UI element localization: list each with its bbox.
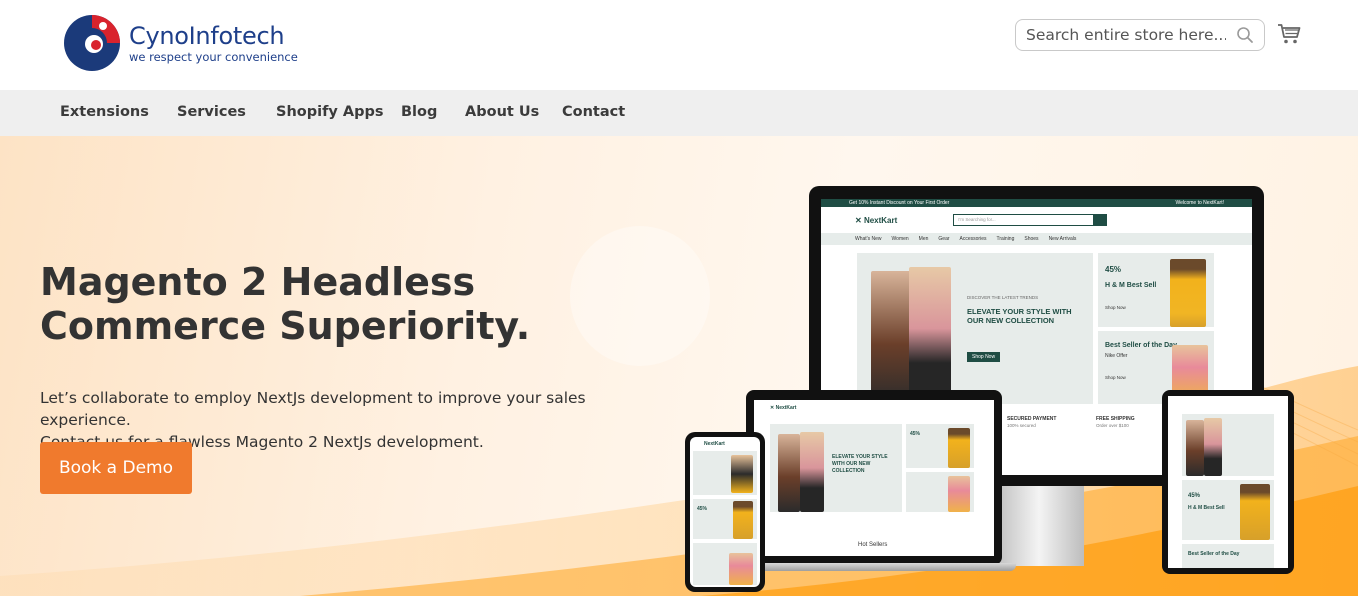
phone-promo1-pct: 45% [697, 506, 708, 512]
mockup-menu-item: Women [891, 236, 909, 242]
tablet-promo1-title: H & M Best Sell [1188, 505, 1225, 511]
model-image [733, 501, 753, 539]
nav-item-blog[interactable]: Blog [401, 104, 437, 120]
nav-item-about-us[interactable]: About Us [465, 104, 539, 120]
main-navigation: Extensions Services Shopify Apps Blog Ab… [0, 90, 1358, 136]
banner-title: ELEVATE YOUR STYLE WITH OUR NEW COLLECTI… [967, 307, 1072, 325]
model-image [871, 271, 911, 404]
nav-item-extensions[interactable]: Extensions [60, 104, 149, 120]
feature-secured-payment-sub: 100% secured [1007, 423, 1036, 428]
tablet-banner [1182, 414, 1274, 476]
banner-shop-button: Shop Now [967, 352, 1001, 362]
mockup-main-banner: DISCOVER THE LATEST TRENDS ELEVATE YOUR … [857, 253, 1093, 404]
model-image [1240, 484, 1270, 540]
search-icon[interactable] [1236, 26, 1254, 44]
mockup-brand-name: NextKart [863, 215, 898, 225]
model-image [778, 434, 800, 512]
hero-banner: Magento 2 Headless Commerce Superiority.… [0, 136, 1358, 596]
mockup-menu-item: What's New [855, 236, 882, 242]
laptop-mockup: ✕ NextKart ELEVATE YOUR STYLE WITH OUR N… [732, 390, 1016, 571]
laptop-banner-title: ELEVATE YOUR STYLE WITH OUR NEW COLLECTI… [832, 454, 888, 474]
site-logo[interactable]: CynoInfotech we respect your convenience [63, 14, 298, 72]
nav-item-contact[interactable]: Contact [562, 104, 625, 120]
laptop-promo-1: 45% [906, 424, 974, 468]
model-image [948, 428, 970, 468]
mockup-topbar-right: Welcome to NextKart! [1175, 200, 1224, 206]
promo2-link: Shop Now [1105, 375, 1126, 380]
hero-title: Magento 2 Headless Commerce Superiority. [40, 260, 600, 348]
monitor-stand [994, 486, 1084, 566]
mockup-search: I'm Searching for... [953, 214, 1108, 226]
model-image [800, 432, 824, 512]
model-image [731, 455, 753, 493]
search-box [1015, 19, 1265, 51]
search-input[interactable] [1016, 20, 1226, 50]
mockup-promo-1: 45% H & M Best Sell Shop Now [1098, 253, 1214, 327]
cart-icon[interactable] [1277, 22, 1301, 46]
feature-free-shipping: FREE SHIPPING [1096, 416, 1135, 422]
laptop-banner: ELEVATE YOUR STYLE WITH OUR NEW COLLECTI… [770, 424, 902, 512]
laptop-brand-name: NextKart [775, 405, 797, 411]
mockup-menu-item: Training [996, 236, 1015, 242]
cynoinfotech-logo-icon [64, 15, 120, 71]
promo1-link: Shop Now [1105, 305, 1126, 310]
model-image [948, 476, 970, 512]
phone-promo-1: 45% [693, 499, 757, 539]
feature-secured-payment: SECURED PAYMENT [1007, 416, 1057, 422]
model-image [1186, 420, 1204, 476]
model-image [729, 553, 753, 585]
promo2-sub: Nike Offer [1105, 353, 1128, 359]
laptop-brand: ✕ NextKart [770, 405, 797, 411]
tablet-promo1-pct: 45% [1188, 493, 1201, 499]
laptop-hot-sellers: Hot Sellers [858, 542, 888, 548]
mockup-topbar: Get 10% Instant Discount on Your First O… [821, 199, 1252, 207]
mockup-menu-item: New Arrivals [1048, 236, 1077, 242]
tablet-mockup: 45% H & M Best Sell Best Seller of the D… [1162, 390, 1294, 574]
phone-promo-2 [693, 543, 757, 585]
mockup-menu-item: Men [918, 236, 929, 242]
mockup-menu-item: Shoes [1024, 236, 1039, 242]
model-image [1170, 259, 1206, 327]
promo1-title: H & M Best Sell [1105, 282, 1157, 289]
mockup-topbar-left: Get 10% Instant Discount on Your First O… [849, 200, 950, 206]
book-a-demo-button[interactable]: Book a Demo [40, 442, 192, 494]
tablet-promo-2: Best Seller of the Day [1182, 544, 1274, 568]
hero-title-line-1: Magento 2 Headless [40, 260, 476, 304]
mockup-header: ✕ NextKart I'm Searching for... [821, 207, 1252, 233]
banner-kicker: DISCOVER THE LATEST TRENDS [967, 295, 1039, 300]
tablet-screen: 45% H & M Best Sell Best Seller of the D… [1168, 396, 1288, 568]
promo1-pct: 45% [1105, 265, 1122, 274]
tablet-promo2-title: Best Seller of the Day [1188, 551, 1240, 557]
phone-screen: NextKart 45% [690, 437, 760, 587]
nav-item-services[interactable]: Services [177, 104, 246, 120]
laptop-promo-2 [906, 472, 974, 512]
promo2-title: Best Seller of the Day [1105, 342, 1177, 349]
model-image [1204, 418, 1222, 476]
logo-name: CynoInfotech [129, 22, 285, 50]
mockup-menu: What's New Women Men Gear Accessories Tr… [821, 233, 1252, 245]
feature-free-shipping-sub: Order over $100 [1096, 423, 1129, 428]
model-image [909, 267, 951, 404]
phone-mockup: NextKart 45% [685, 432, 765, 592]
laptop-header: ✕ NextKart [754, 400, 994, 416]
mockup-menu-item: Gear [938, 236, 950, 242]
nav-item-shopify-apps[interactable]: Shopify Apps [276, 104, 384, 120]
laptop-screen: ✕ NextKart ELEVATE YOUR STYLE WITH OUR N… [754, 400, 994, 556]
site-header: CynoInfotech we respect your convenience [0, 0, 1358, 90]
mockup-brand: ✕ NextKart [855, 215, 898, 225]
phone-banner [693, 451, 757, 495]
mockup-menu-item: Accessories [959, 236, 987, 242]
hero-title-line-2: Commerce Superiority. [40, 304, 531, 348]
phone-brand: NextKart [704, 441, 725, 447]
logo-tagline: we respect your convenience [129, 50, 298, 64]
laptop-promo1-pct: 45% [910, 431, 921, 437]
laptop-base [732, 563, 1016, 571]
hero-subtitle-line-1: Let’s collaborate to employ NextJs devel… [40, 389, 586, 429]
tablet-promo-1: 45% H & M Best Sell [1182, 480, 1274, 540]
